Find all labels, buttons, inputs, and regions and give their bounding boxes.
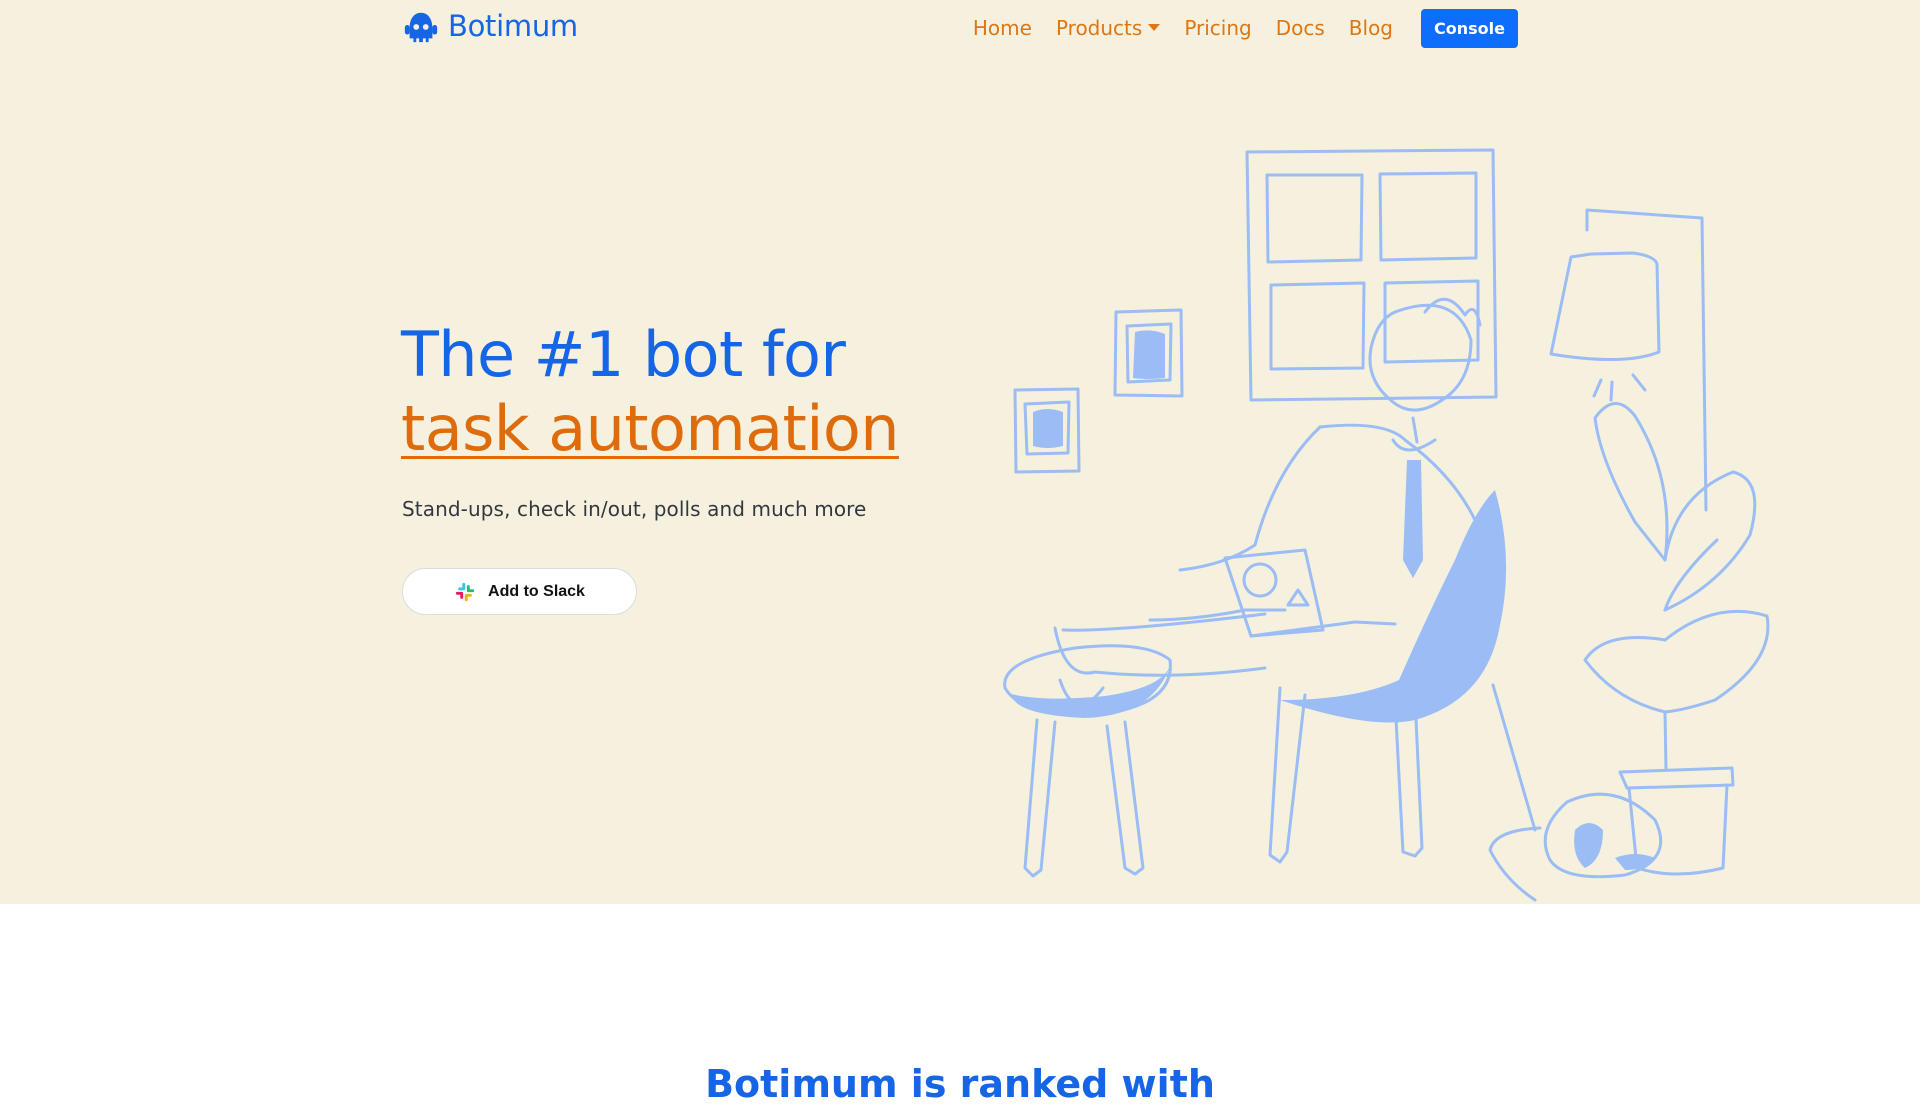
hero-section: Botimum Home Products Pricing Docs Blog … xyxy=(0,0,1920,904)
robot-logo-icon xyxy=(404,12,438,43)
nav-blog[interactable]: Blog xyxy=(1349,16,1393,40)
hero-title-line1: The #1 bot for xyxy=(401,318,846,391)
nav-products[interactable]: Products xyxy=(1055,16,1161,40)
nav-home[interactable]: Home xyxy=(973,16,1032,40)
brand-name: Botimum xyxy=(448,9,578,43)
hero-title-line2: task automation xyxy=(401,392,900,465)
caret-down-icon xyxy=(1148,24,1161,31)
nav-products-label: Products xyxy=(1055,16,1143,40)
hero-subtitle: Stand-ups, check in/out, polls and much … xyxy=(402,497,867,521)
main-nav: Home Products Pricing Docs Blog Console xyxy=(973,8,1518,48)
console-button[interactable]: Console xyxy=(1421,8,1518,48)
person-working-on-laptop-illustration xyxy=(1003,148,1770,902)
ranked-section-title: Botimum is ranked with xyxy=(705,1062,1215,1106)
slack-icon xyxy=(455,582,475,601)
add-to-slack-label: Add to Slack xyxy=(488,582,585,600)
add-to-slack-button[interactable]: Add to Slack xyxy=(402,568,637,615)
nav-pricing[interactable]: Pricing xyxy=(1184,16,1251,40)
nav-docs[interactable]: Docs xyxy=(1276,16,1325,40)
hero-title: The #1 bot for task automation xyxy=(401,318,900,466)
brand-logo-link[interactable]: Botimum xyxy=(402,6,578,46)
